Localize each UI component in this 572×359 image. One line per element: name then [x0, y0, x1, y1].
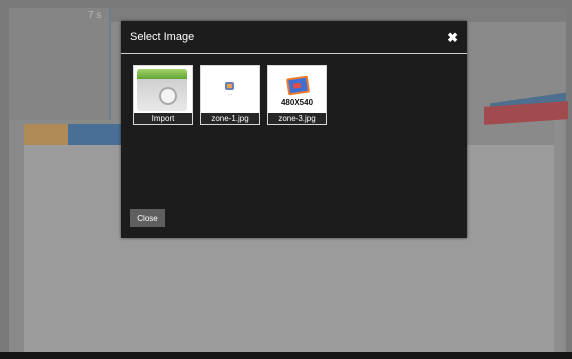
- import-icon-top: [137, 69, 187, 79]
- dialog-title: Select Image: [130, 31, 195, 43]
- thumb-caption: zone-1.jpg: [201, 113, 259, 124]
- select-image-dialog: Select Image ✖ Import ⋯ zone-1.jpg 480X5…: [121, 21, 467, 238]
- magnifier-icon: [159, 87, 177, 105]
- background-panel-edge: [554, 120, 564, 352]
- image-thumb-zone-3[interactable]: 480X540 zone-3.jpg: [267, 65, 327, 125]
- close-button[interactable]: Close: [130, 209, 165, 227]
- thumb-caption: zone-3.jpg: [268, 113, 326, 124]
- image-grid: Import ⋯ zone-1.jpg 480X540 zone-3.jpg: [133, 65, 327, 125]
- image-icon: [285, 75, 311, 96]
- zone1-thumb-text: ⋯: [228, 92, 232, 97]
- thumb-caption: Import: [134, 113, 192, 124]
- image-thumb-zone-1[interactable]: ⋯ zone-1.jpg: [200, 65, 260, 125]
- background-bottom-bar: [0, 352, 572, 359]
- background-orange-button: [24, 124, 68, 145]
- background-left-panel: [9, 8, 111, 120]
- import-image-icon: [137, 69, 187, 111]
- background-blue-button: [68, 124, 128, 145]
- image-icon: [225, 82, 234, 90]
- image-thumb-import[interactable]: Import: [133, 65, 193, 125]
- background-timer: 7 s: [88, 10, 102, 21]
- close-x-icon[interactable]: ✖: [447, 31, 458, 44]
- image-dimensions-label: 480X540: [280, 98, 314, 107]
- dialog-header: Select Image ✖: [121, 21, 467, 54]
